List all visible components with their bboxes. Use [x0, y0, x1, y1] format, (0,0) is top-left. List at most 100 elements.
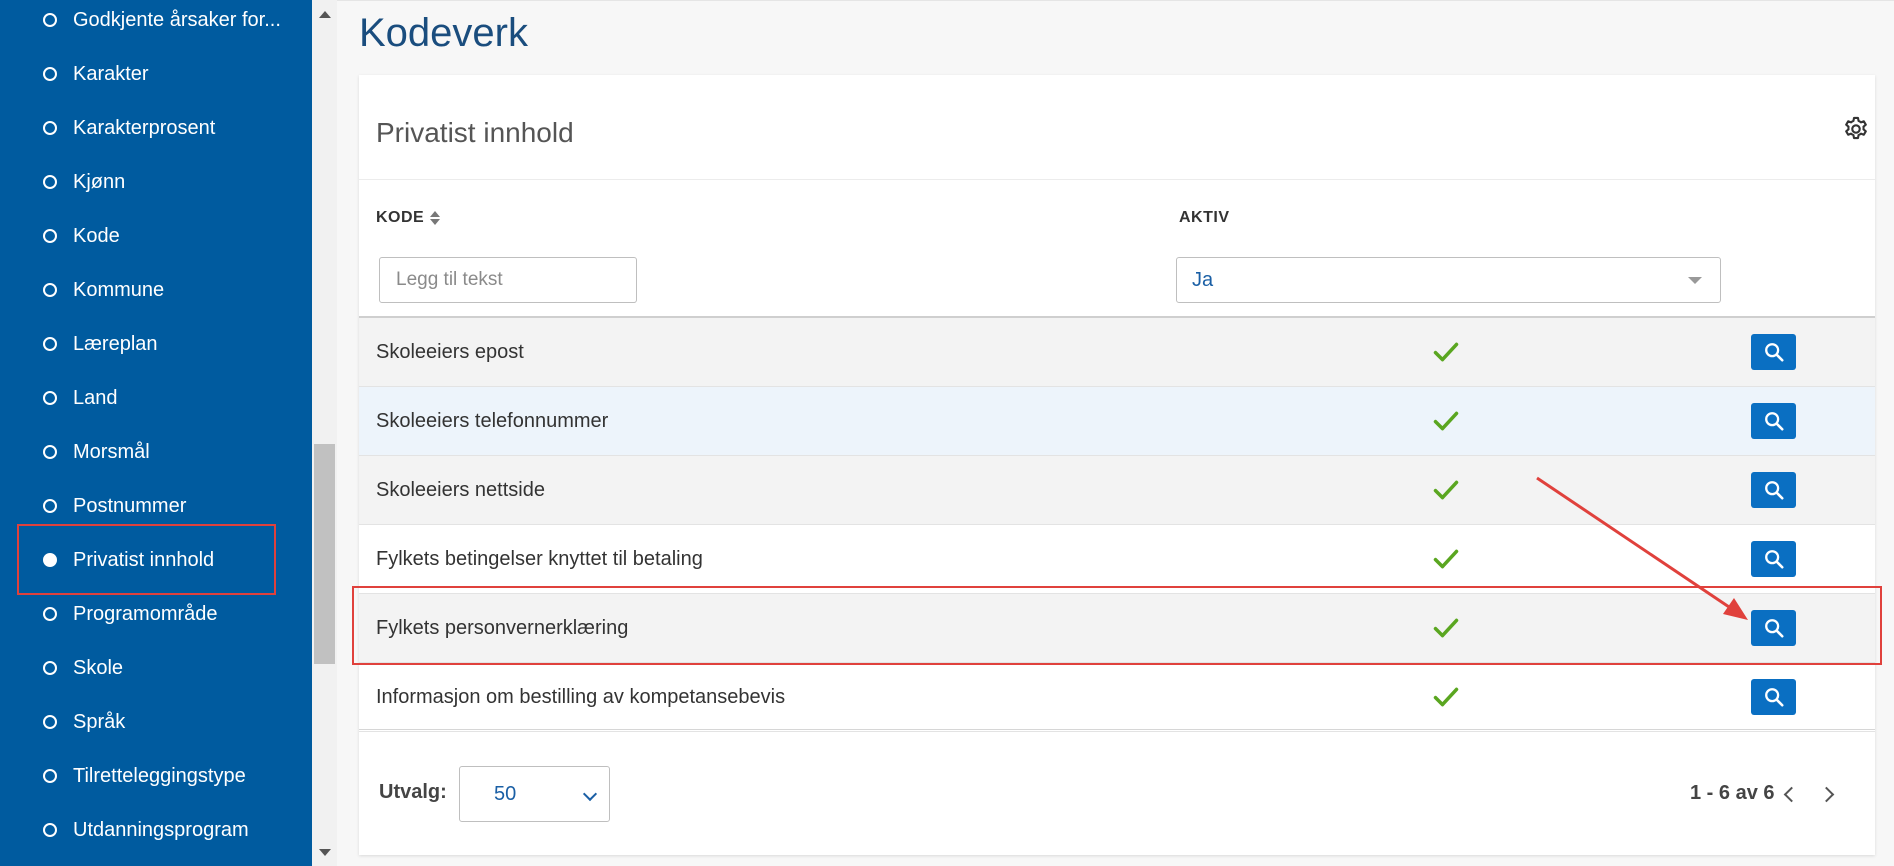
sidebar-item-label: Karakterprosent [73, 116, 216, 139]
checkmark-icon [1433, 549, 1459, 569]
chevron-left-icon [1783, 786, 1799, 802]
view-button[interactable] [1751, 403, 1796, 439]
checkmark-icon [1433, 480, 1459, 500]
sidebar-item-sprak[interactable]: Språk [0, 702, 312, 742]
sidebar-item-label: Morsmål [73, 440, 150, 463]
radio-bullet-icon [43, 445, 57, 459]
radio-bullet-icon [43, 769, 57, 783]
sidebar-item-karakterprosent[interactable]: Karakterprosent [0, 108, 312, 148]
radio-bullet-icon [43, 175, 57, 189]
gear-icon[interactable] [1842, 115, 1870, 143]
view-button[interactable] [1751, 472, 1796, 508]
radio-bullet-filled-icon [43, 553, 57, 567]
sidebar-item-label: Programområde [73, 602, 218, 625]
checkmark-icon [1433, 618, 1459, 638]
sidebar-item-kommune[interactable]: Kommune [0, 270, 312, 310]
view-button[interactable] [1751, 610, 1796, 646]
search-icon [1764, 550, 1784, 569]
cell-kode: Skoleeiers epost [376, 341, 524, 363]
aktiv-filter-select[interactable]: Ja [1176, 257, 1721, 303]
sidebar-item-karakter[interactable]: Karakter [0, 54, 312, 94]
checkmark-icon [1433, 342, 1459, 362]
search-icon [1764, 343, 1784, 362]
sidebar-scrollbar[interactable] [312, 0, 337, 866]
sidebar-item-label: Karakter [73, 62, 149, 85]
page-size-select[interactable]: 50 [459, 766, 610, 822]
radio-bullet-icon [43, 391, 57, 405]
search-icon [1764, 688, 1784, 707]
radio-bullet-icon [43, 823, 57, 837]
scrollbar-thumb[interactable] [314, 444, 335, 664]
sidebar-item-label: Språk [73, 710, 126, 733]
column-header-kode[interactable]: KODE [376, 209, 441, 227]
radio-bullet-icon [43, 13, 57, 27]
radio-bullet-icon [43, 499, 57, 513]
next-page-button[interactable] [1816, 782, 1840, 806]
column-header-label: KODE [376, 209, 425, 226]
sidebar-item-label: Kommune [73, 278, 165, 301]
kode-filter-input[interactable] [379, 257, 637, 303]
table-row: Skoleeiers nettside [359, 456, 1875, 525]
radio-bullet-icon [43, 121, 57, 135]
checkmark-icon [1433, 687, 1459, 707]
column-header-label: AKTIV [1179, 209, 1230, 226]
page-size-label: Utvalg: [379, 781, 447, 803]
view-button[interactable] [1751, 679, 1796, 715]
sidebar-item-label: Tilretteleggingstype [73, 764, 246, 787]
table-row: Skoleeiers telefonnummer [359, 387, 1875, 456]
scroll-up-arrow-icon[interactable] [312, 4, 337, 24]
page-size-value: 50 [494, 782, 517, 805]
search-icon [1764, 619, 1784, 638]
sidebar-item-label: Godkjente årsaker for... [73, 8, 281, 31]
sidebar-item-label: Postnummer [73, 494, 187, 517]
cell-kode: Informasjon om bestilling av kompetanseb… [376, 686, 786, 708]
sidebar-item-privatist-innhold[interactable]: Privatist innhold [0, 540, 312, 580]
sidebar-item-kjonn[interactable]: Kjønn [0, 162, 312, 202]
caret-down-icon [1688, 277, 1702, 284]
sidebar-item-label: Land [73, 386, 118, 409]
sidebar-item-godkjente-arsaker[interactable]: Godkjente årsaker for... [0, 0, 312, 40]
previous-page-button[interactable] [1777, 782, 1801, 806]
table-row: Fylkets personvernerklæring [359, 594, 1875, 663]
sidebar-item-utdanningsprogram[interactable]: Utdanningsprogram [0, 810, 312, 850]
page-title: Kodeverk [359, 11, 528, 55]
sidebar-item-skole[interactable]: Skole [0, 648, 312, 688]
sidebar-item-kode[interactable]: Kode [0, 216, 312, 256]
view-button[interactable] [1751, 541, 1796, 577]
sidebar-item-label: Læreplan [73, 332, 158, 355]
search-icon [1764, 412, 1784, 431]
view-button[interactable] [1751, 334, 1796, 370]
sidebar-nav: Godkjente årsaker for... Karakter Karakt… [0, 0, 312, 866]
sidebar-item-postnummer[interactable]: Postnummer [0, 486, 312, 526]
chevron-down-icon [582, 786, 598, 802]
sidebar-item-laereplan[interactable]: Læreplan [0, 324, 312, 364]
sidebar-item-programomrade[interactable]: Programområde [0, 594, 312, 634]
sidebar-item-land[interactable]: Land [0, 378, 312, 418]
radio-bullet-icon [43, 661, 57, 675]
radio-bullet-icon [43, 715, 57, 729]
radio-bullet-icon [43, 607, 57, 621]
table-row: Skoleeiers epost [359, 318, 1875, 387]
search-icon [1764, 481, 1784, 500]
code-table-card: Privatist innhold KODE AKTIV Ja Skoleeie… [352, 75, 1882, 855]
pagination-status: 1 - 6 av 6 [1690, 782, 1775, 804]
sidebar-item-tilretteleggingstype[interactable]: Tilretteleggingstype [0, 756, 312, 796]
radio-bullet-icon [43, 67, 57, 81]
radio-bullet-icon [43, 229, 57, 243]
aktiv-filter-value: Ja [1192, 268, 1214, 291]
cell-kode: Fylkets personvernerklæring [376, 617, 629, 639]
checkmark-icon [1433, 411, 1459, 431]
divider [359, 179, 1875, 180]
sidebar-item-label: Privatist innhold [73, 548, 215, 571]
sidebar-item-label: Kjønn [73, 170, 126, 193]
scroll-down-arrow-icon[interactable] [312, 842, 337, 862]
card-title: Privatist innhold [376, 117, 574, 148]
column-header-aktiv: AKTIV [1179, 209, 1230, 227]
sort-icon[interactable] [430, 211, 441, 225]
divider [359, 729, 1875, 730]
sidebar-item-morsmal[interactable]: Morsmål [0, 432, 312, 472]
table-row: Fylkets betingelser knyttet til betaling [359, 525, 1875, 594]
main-content: Kodeverk Privatist innhold KODE AKTIV Ja… [337, 0, 1894, 866]
sidebar-item-label: Skole [73, 656, 124, 679]
cell-kode: Skoleeiers telefonnummer [376, 410, 609, 432]
